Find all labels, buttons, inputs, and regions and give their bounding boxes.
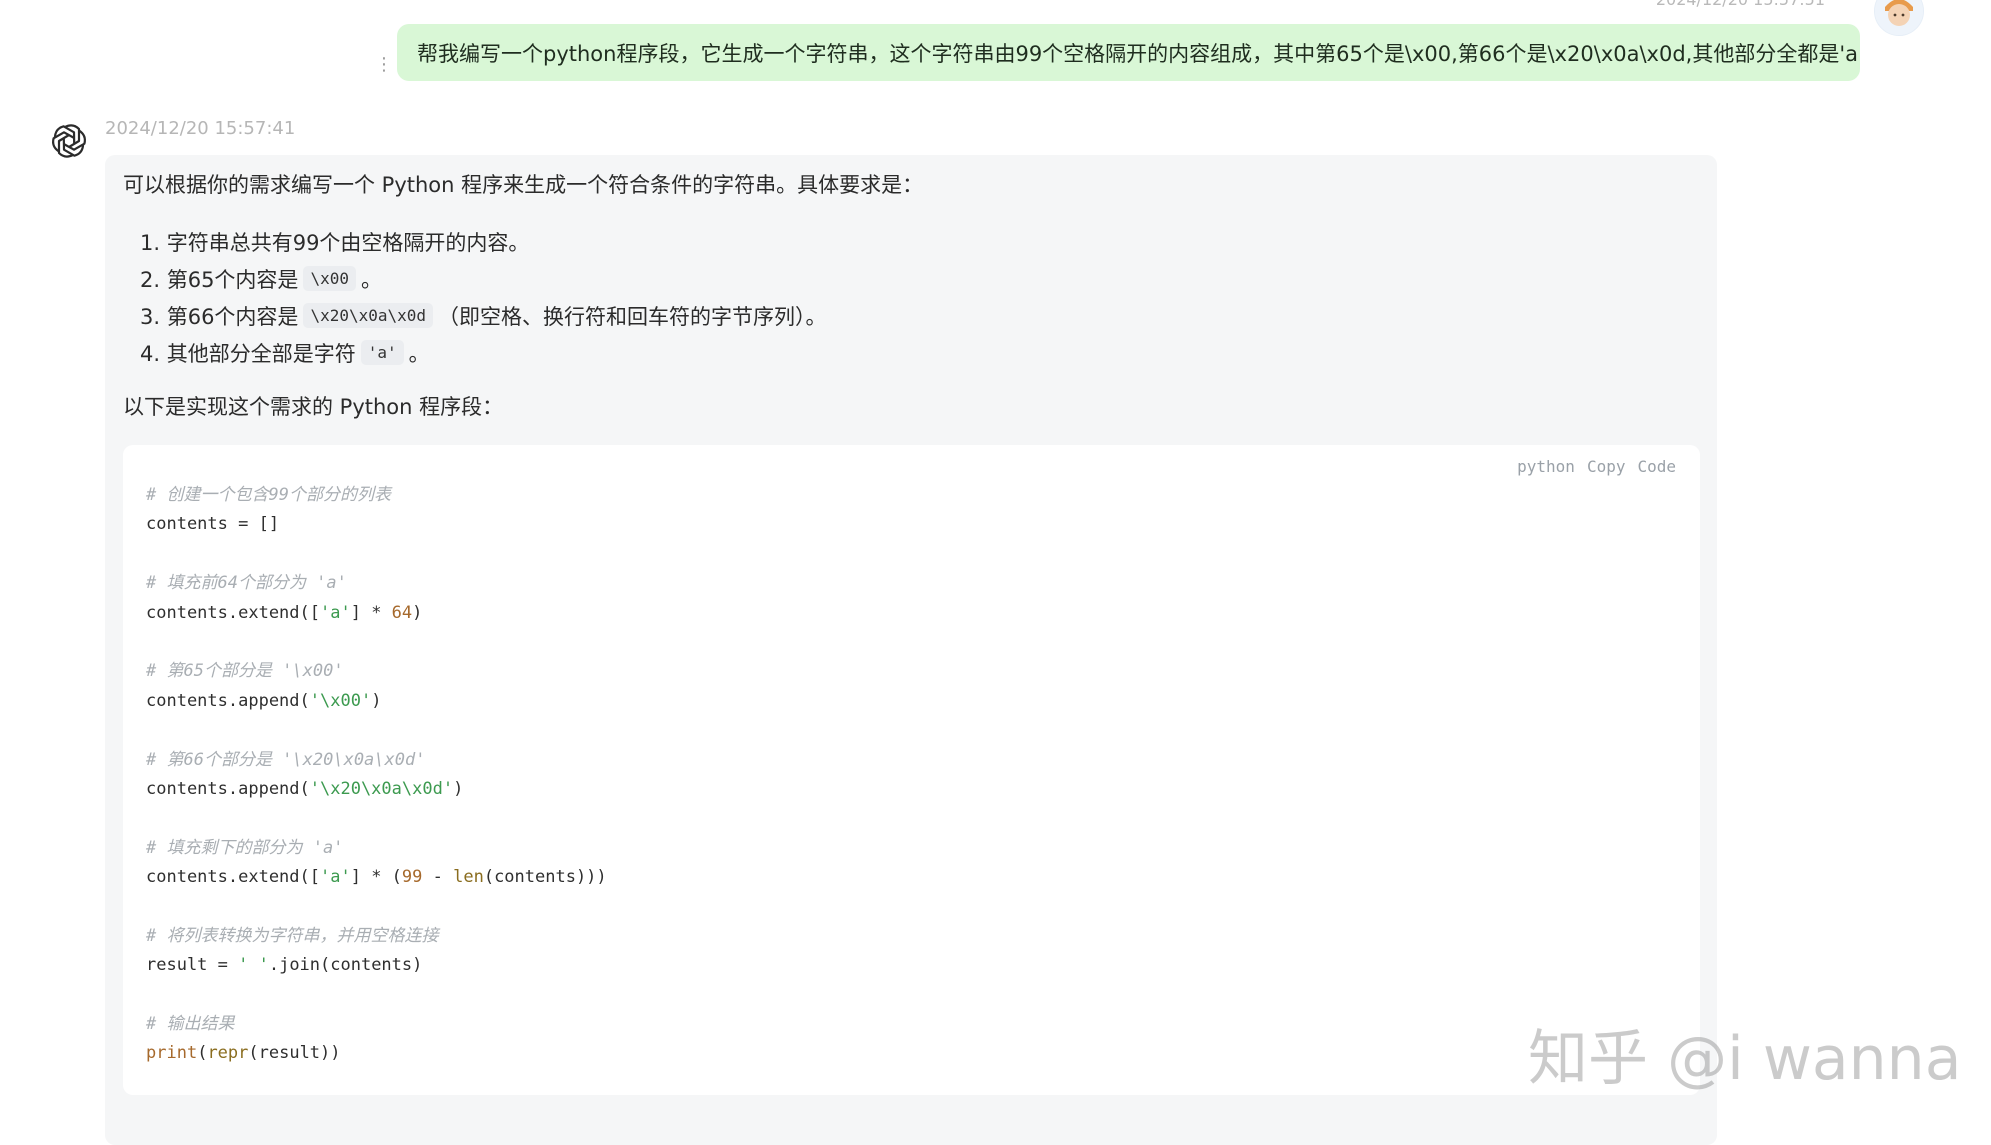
code-token-string: 'a' xyxy=(320,602,351,623)
code-line: contents.append('\x00') xyxy=(146,687,607,716)
code-button[interactable]: Code xyxy=(1637,457,1676,476)
copy-button[interactable]: Copy xyxy=(1587,457,1626,476)
code-token: contents.extend([ xyxy=(146,867,320,888)
code-token: contents.append( xyxy=(146,690,310,711)
code-block-toolbar: python Copy Code xyxy=(1517,457,1676,476)
code-token: - xyxy=(422,867,454,888)
code-line: contents = [] xyxy=(146,514,280,535)
code-line: result = ' '.join(contents) xyxy=(146,951,607,980)
message-options-icon[interactable]: ⋮ xyxy=(375,56,393,82)
inline-code: \x00 xyxy=(303,266,356,291)
code-token-builtin: print xyxy=(146,1043,198,1064)
code-token: ) xyxy=(453,778,464,799)
code-token: ( xyxy=(197,1043,208,1064)
code-token: (result)) xyxy=(248,1043,341,1064)
list-item-text: 3. 第66个内容是 xyxy=(140,304,299,329)
list-item-suffix: （即空格、换行符和回车符的字节序列）。 xyxy=(438,304,827,329)
user-avatar-icon xyxy=(1875,0,1923,35)
code-token: contents.append( xyxy=(146,778,310,799)
inline-code: 'a' xyxy=(360,340,404,365)
code-line: contents.extend(['a'] * (99 - len(conten… xyxy=(146,863,607,892)
user-avatar[interactable] xyxy=(1874,0,1924,36)
assistant-code-intro: 以下是实现这个需求的 Python 程序段： xyxy=(123,395,504,419)
code-line: # 填充前64个部分为 'a' xyxy=(146,573,347,594)
code-token-number: 64 xyxy=(391,602,413,623)
code-token: ) xyxy=(412,602,423,623)
assistant-message-timestamp: 2024/12/20 15:57:41 xyxy=(105,118,296,139)
code-token: .join(contents) xyxy=(268,955,423,976)
user-message-bubble: 帮我编写一个python程序段，它生成一个字符串，这个字符串由99个空格隔开的内… xyxy=(397,24,1860,81)
code-line: # 输出结果 xyxy=(146,1014,235,1035)
user-message-text: 帮我编写一个python程序段，它生成一个字符串，这个字符串由99个空格隔开的内… xyxy=(417,41,1860,66)
code-line: # 第65个部分是 '\x00' xyxy=(146,661,344,682)
code-token-builtin: repr xyxy=(207,1043,249,1064)
code-line: contents.append('\x20\x0a\x0d') xyxy=(146,775,607,804)
code-token-string: '\x20\x0a\x0d' xyxy=(309,778,454,799)
assistant-intro-text: 可以根据你的需求编写一个 Python 程序来生成一个符合条件的字符串。具体要求… xyxy=(123,173,924,197)
code-token: contents.extend([ xyxy=(146,602,320,623)
code-line: print(repr(result)) xyxy=(146,1039,607,1068)
list-item-text: 1. 字符串总共有99个由空格隔开的内容。 xyxy=(140,230,530,255)
code-language-label: python xyxy=(1517,457,1575,476)
code-token: ] * xyxy=(350,602,392,623)
list-item-suffix: 。 xyxy=(408,341,430,366)
code-token-string: 'a' xyxy=(320,867,351,888)
code-block: python Copy Code # 创建一个包含99个部分的列表 conten… xyxy=(123,445,1700,1095)
code-line: # 将列表转换为字符串，并用空格连接 xyxy=(146,925,439,946)
code-token-number: 99 xyxy=(401,867,423,888)
list-item: 3. 第66个内容是 \x20\x0a\x0d （即空格、换行符和回车符的字节序… xyxy=(140,297,827,334)
code-token: ) xyxy=(371,690,382,711)
code-line: # 填充剩下的部分为 'a' xyxy=(146,837,344,858)
requirements-list: 1. 字符串总共有99个由空格隔开的内容。 2. 第65个内容是 \x00 。 … xyxy=(140,223,827,371)
list-item-text: 2. 第65个内容是 xyxy=(140,267,299,292)
zhihu-watermark: 知乎 @i wanna xyxy=(1528,1024,1962,1094)
code-line: # 第66个部分是 '\x20\x0a\x0d' xyxy=(146,749,426,770)
assistant-logo-icon xyxy=(46,118,92,164)
code-token-builtin: len xyxy=(453,867,484,888)
code-token-string: '\x00' xyxy=(309,690,372,711)
list-item: 2. 第65个内容是 \x00 。 xyxy=(140,260,827,297)
code-line: # 创建一个包含99个部分的列表 xyxy=(146,485,391,505)
code-token-string: ' ' xyxy=(238,955,269,976)
code-token: ] * ( xyxy=(350,867,402,888)
list-item-text: 4. 其他部分全部是字符 xyxy=(140,341,356,366)
assistant-message-bubble: 可以根据你的需求编写一个 Python 程序来生成一个符合条件的字符串。具体要求… xyxy=(105,155,1717,1145)
code-content: # 创建一个包含99个部分的列表 contents = [] # 填充前64个部… xyxy=(146,481,607,1069)
list-item: 4. 其他部分全部是字符 'a' 。 xyxy=(140,334,827,371)
code-line: contents.extend(['a'] * 64) xyxy=(146,599,607,628)
list-item: 1. 字符串总共有99个由空格隔开的内容。 xyxy=(140,223,827,260)
code-token: result = xyxy=(146,955,239,976)
user-message-timestamp: 2024/12/20 15:57:51 xyxy=(1656,0,1825,9)
inline-code: \x20\x0a\x0d xyxy=(303,303,434,328)
code-token: (contents))) xyxy=(483,867,607,888)
list-item-suffix: 。 xyxy=(360,267,382,292)
